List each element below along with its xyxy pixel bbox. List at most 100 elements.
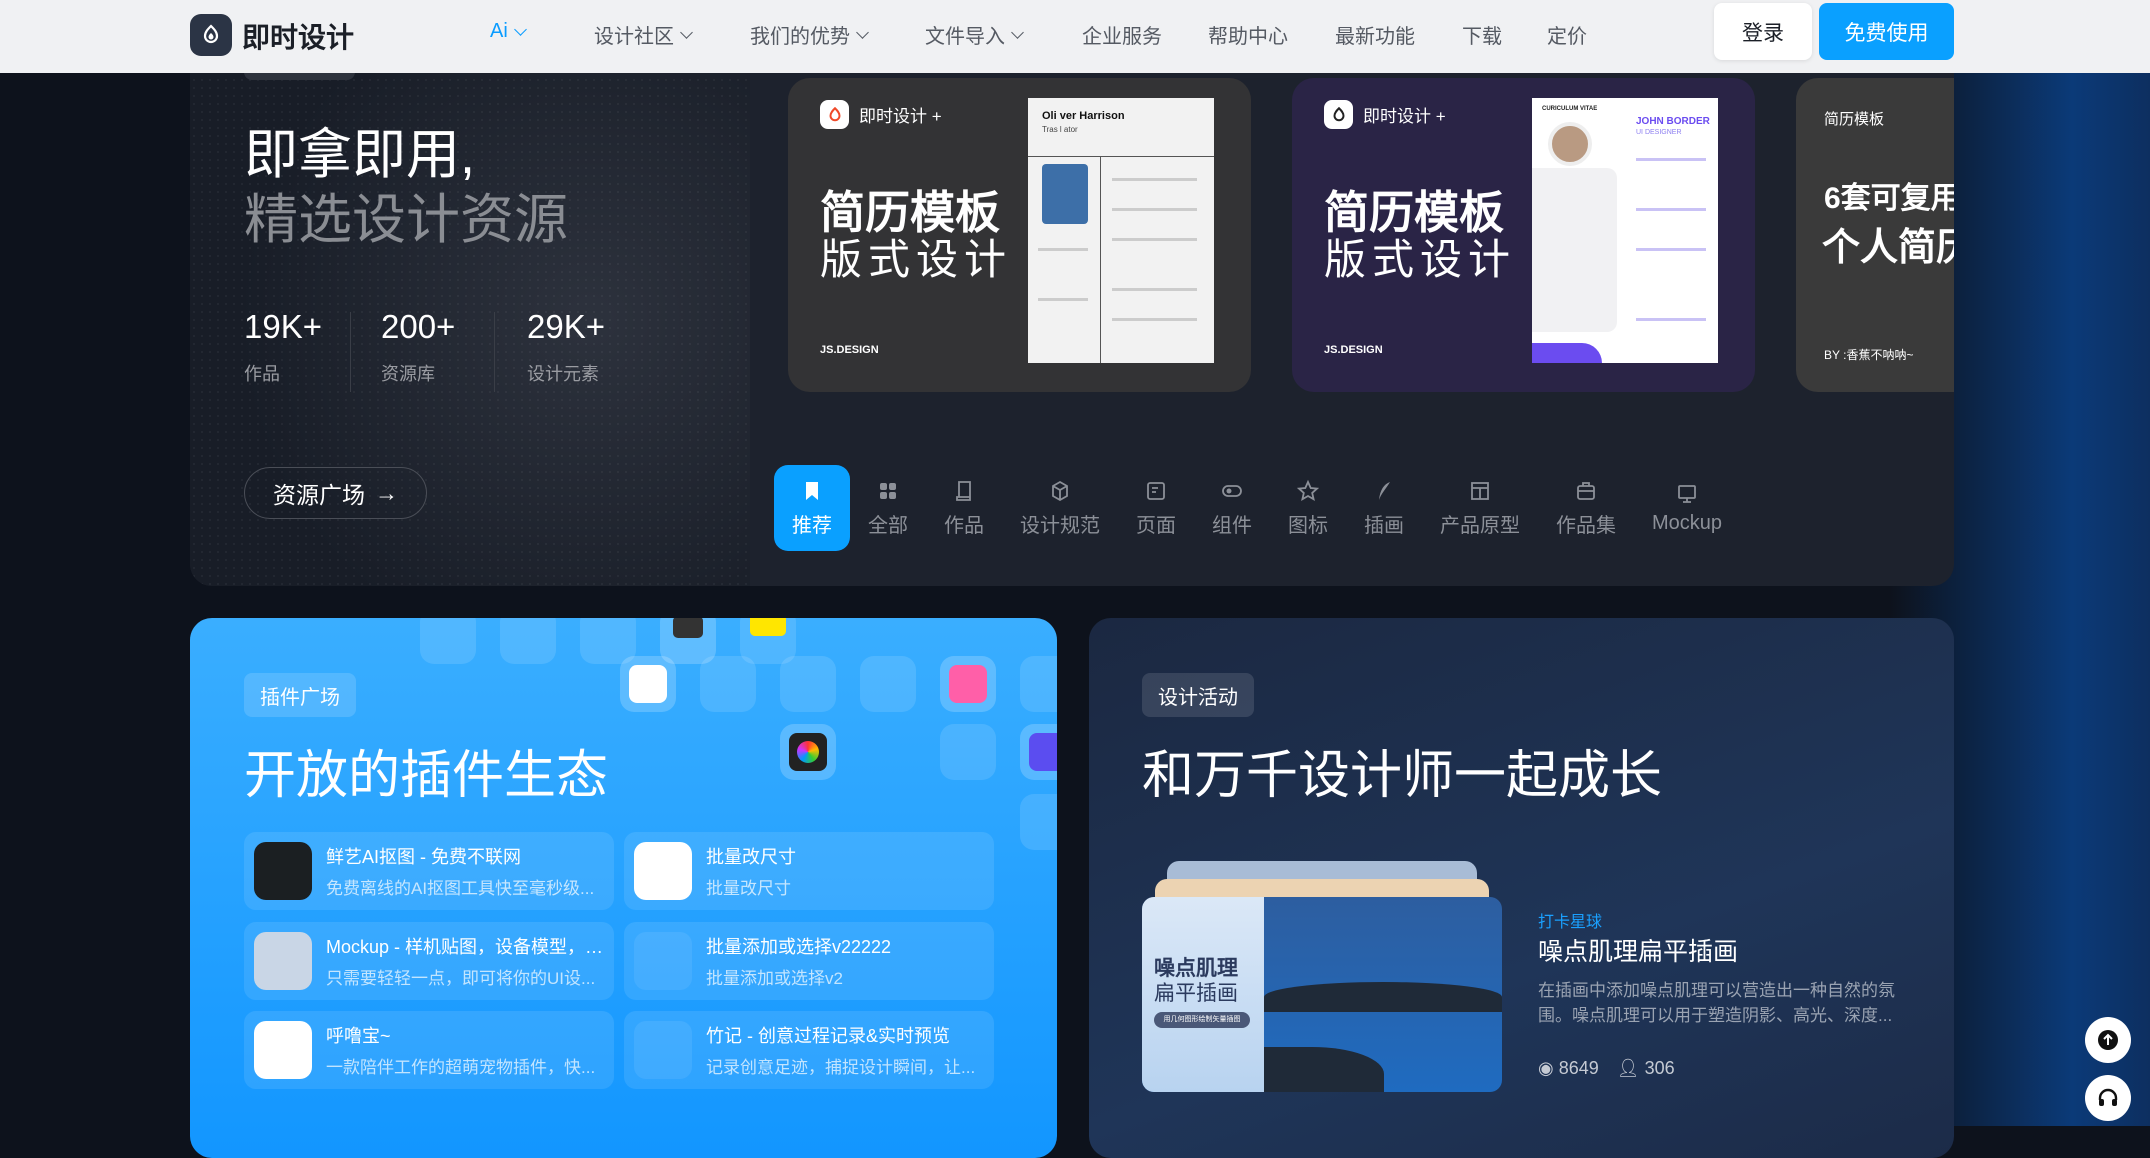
plugin-chip: 插件广场 (244, 673, 356, 717)
tab-feather[interactable]: 插画 (1346, 465, 1422, 551)
nav-advantages[interactable]: 我们的优势 (750, 20, 869, 49)
resume-photo (1042, 164, 1088, 224)
nav-enterprise[interactable]: 企业服务 (1082, 20, 1162, 49)
nav-download[interactable]: 下载 (1462, 20, 1502, 49)
plugin-desc: 免费离线的AI抠图工具快至毫秒级... (326, 879, 595, 898)
plugin-item[interactable]: 鲜艺AI抠图 - 免费不联网免费离线的AI抠图工具快至毫秒级... (244, 832, 614, 910)
resume-role: Tras l ator (1042, 125, 1078, 134)
plugin-text: Mockup - 样机贴图，设备模型，产品宣传只需要轻轻一点，即可将你的UI设.… (326, 933, 606, 989)
plugin-icon (254, 842, 312, 900)
nav-community[interactable]: 设计社区 (594, 20, 693, 49)
plugin-name: 竹记 - 创意过程记录&实时预览 (706, 1026, 951, 1046)
tab-label: 作品集 (1556, 514, 1616, 537)
tab-page[interactable]: 页面 (1118, 465, 1194, 551)
nav-label: 文件导入 (925, 26, 1005, 48)
tab-label: 组件 (1212, 514, 1252, 537)
tab-bookmark[interactable]: 推荐 (774, 465, 850, 551)
stat-value: 200+ (381, 308, 456, 345)
eye-icon: ◉ (1538, 1058, 1554, 1078)
plugin-item[interactable]: 呼噜宝~ 一款陪伴工作的超萌宠物插件，快... (244, 1011, 614, 1089)
plugin-name: 鲜艺AI抠图 - 免费不联网 (326, 847, 522, 867)
back-to-top-button[interactable] (2085, 1017, 2131, 1063)
nav-ai[interactable]: Ai (490, 20, 527, 43)
nav-pricing[interactable]: 定价 (1547, 20, 1587, 49)
layout-icon (1471, 481, 1489, 500)
design-activity-card[interactable]: 设计活动 和万千设计师一起成长 噪点肌理 扁平插画 用几何图形绘制矢量插图 打卡… (1089, 618, 1954, 1158)
plugin-text: 竹记 - 创意过程记录&实时预览记录创意足迹，捕捉设计瞬间，让... (706, 1022, 986, 1078)
brand-logo-icon (820, 100, 849, 129)
plugin-desc: 一款陪伴工作的超萌宠物插件，快... (326, 1058, 596, 1077)
activity-cover[interactable]: 噪点肌理 扁平插画 用几何图形绘制矢量插图 (1142, 897, 1502, 1092)
plugin-icon (634, 932, 692, 990)
plugin-desc: 批量改尺寸 (706, 879, 791, 898)
hero-title-line2: 精选设计资源 (244, 190, 568, 250)
tab-cube[interactable]: 设计规范 (1002, 465, 1118, 551)
plugin-tile-icon (750, 618, 786, 636)
nav-help[interactable]: 帮助中心 (1208, 20, 1288, 49)
plugin-desc: 记录创意足迹，捕捉设计瞬间，让... (706, 1058, 976, 1077)
brand-name[interactable]: 即时设计 (242, 16, 354, 56)
plugin-text: 批量添加或选择v22222 批量添加或选择v2 (706, 933, 986, 989)
brand-text: 即时设计 + (859, 107, 942, 126)
resume-role: UI DESIGNER (1636, 129, 1682, 136)
customer-service-button[interactable] (2085, 1075, 2131, 1121)
feather-icon (1379, 481, 1390, 500)
activity-name[interactable]: 噪点肌理扁平插画 (1538, 932, 1738, 968)
cube-icon (1052, 480, 1068, 501)
plugin-name: 批量改尺寸 (706, 847, 796, 867)
tab-briefcase[interactable]: 作品集 (1538, 465, 1634, 551)
tab-scroll[interactable]: 作品 (926, 465, 1002, 551)
free-use-button[interactable]: 免费使用 (1819, 3, 1954, 60)
activity-stats: ◉ 8649 👤︎ 306 (1538, 1058, 1675, 1079)
stat-elements: 29K+ 设计元素 (527, 308, 605, 386)
views-value: 8649 (1558, 1058, 1599, 1078)
plugin-name: 呼噜宝~ (326, 1026, 391, 1046)
nav-new-features[interactable]: 最新功能 (1335, 20, 1415, 49)
tab-monitor[interactable]: Mockup (1634, 465, 1740, 551)
nav-label: 我们的优势 (750, 26, 850, 48)
tab-label: Mockup (1652, 511, 1723, 534)
stat-libraries: 200+ 资源库 (381, 308, 455, 386)
tab-component[interactable]: 组件 (1194, 465, 1270, 551)
plugin-item[interactable]: 竹记 - 创意过程记录&实时预览记录创意足迹，捕捉设计瞬间，让... (624, 1011, 994, 1089)
login-button[interactable]: 登录 (1714, 3, 1812, 60)
tab-label: 作品 (944, 514, 984, 537)
plugin-tile-icon (949, 665, 987, 703)
plugin-item[interactable]: 批量添加或选择v22222 批量添加或选择v2 (624, 922, 994, 1000)
plugin-text: 批量改尺寸 批量改尺寸 (706, 843, 986, 899)
card-subtitle: 版式设计 (1324, 236, 1517, 283)
plugin-text: 呼噜宝~ 一款陪伴工作的超萌宠物插件，快... (326, 1022, 606, 1078)
resume-card[interactable]: 即时设计 + 简历模板 版式设计 JS.DESIGN CURICULUM VIT… (1292, 78, 1755, 392)
resource-square-button[interactable]: 资源广场 → (244, 467, 427, 519)
tab-layout[interactable]: 产品原型 (1422, 465, 1538, 551)
tab-grid[interactable]: 全部 (850, 465, 926, 551)
card-footer: JS.DESIGN (1324, 344, 1383, 356)
resume-preview: Oli ver Harrison Tras l ator (1028, 98, 1214, 363)
resume-card[interactable]: 简历模板 6套可复用 个人简历 BY :香蕉不呐呐~ (1796, 78, 1954, 392)
chevron-down-icon (513, 22, 527, 36)
plugin-name: 批量添加或选择v22222 (706, 937, 892, 957)
card-footer: JS.DESIGN (820, 344, 879, 356)
tab-label: 页面 (1136, 514, 1176, 537)
resource-hero: 资源广场 即拿即用, 精选设计资源 19K+作品 200+资源库 29K+设计元… (190, 20, 1954, 586)
resume-name: Oli ver Harrison (1042, 110, 1125, 122)
resume-card[interactable]: 即时设计 + 简历模板 版式设计 JS.DESIGN Oli ver Harri… (788, 78, 1251, 392)
arrow-up-icon (2098, 1030, 2118, 1050)
tab-star[interactable]: 图标 (1270, 465, 1346, 551)
views-count: ◉ 8649 (1538, 1058, 1599, 1079)
stat-label: 作品 (244, 364, 280, 384)
activity-title: 和万千设计师一起成长 (1142, 747, 1663, 805)
plugin-item[interactable]: 批量改尺寸 批量改尺寸 (624, 832, 994, 910)
plugin-square-card[interactable]: 插件广场 开放的插件生态 鲜艺AI抠图 - 免费不联网 免费离线的AI抠图工具快至… (190, 618, 1057, 1158)
stat-label: 设计元素 (527, 364, 599, 384)
brand-logo-icon[interactable] (190, 14, 232, 56)
plugin-tile-icon (629, 665, 667, 703)
nav-import[interactable]: 文件导入 (925, 20, 1024, 49)
plugin-item[interactable]: Mockup - 样机贴图，设备模型，产品宣传只需要轻轻一点，即可将你的UI设.… (244, 922, 614, 1000)
user-icon: 👤︎ (1616, 1058, 1640, 1078)
plugin-name: Mockup - 样机贴图，设备模型，产品宣传 (326, 937, 606, 957)
card-tag: 简历模板 (1824, 111, 1885, 128)
stat-works: 19K+ 作品 (244, 308, 322, 386)
tab-label: 图标 (1288, 514, 1328, 537)
activity-category[interactable]: 打卡星球 (1538, 908, 1602, 932)
